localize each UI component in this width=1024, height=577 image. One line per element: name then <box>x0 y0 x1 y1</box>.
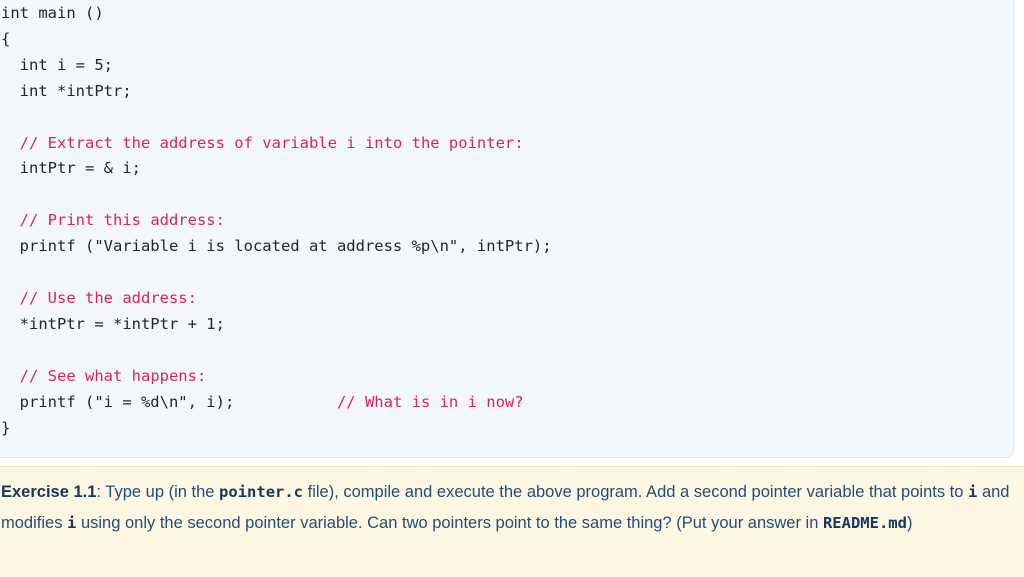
exercise-text-segment: file), compile and execute the above pro… <box>303 483 969 501</box>
code-line: *intPtr = *intPtr + 1; <box>1 314 225 333</box>
exercise-code-readme-md: README.md <box>822 514 907 532</box>
code-line-indent <box>1 367 20 385</box>
code-line: } <box>1 418 11 437</box>
code-line: printf ("Variable i is located at addres… <box>1 237 552 256</box>
code-line: { <box>1 29 11 48</box>
code-line: int main () <box>1 4 104 22</box>
code-line-indent <box>1 211 20 229</box>
exercise-text-segment: using only the second pointer variable. … <box>76 514 823 532</box>
code-block-content: int main () { int i = 5; int *intPtr; //… <box>1 1 1013 457</box>
exercise-label: Exercise 1.1 <box>1 483 97 501</box>
code-line: intPtr = & i; <box>1 159 141 178</box>
code-line-indent <box>1 289 20 307</box>
code-trailing-comment: // What is in i now? <box>336 392 524 411</box>
code-listing: int main () { int i = 5; int *intPtr; //… <box>1 1 1013 441</box>
code-comment: // Print this address: <box>19 211 225 230</box>
code-line: int *intPtr; <box>1 81 132 100</box>
code-comment: // See what happens: <box>19 366 207 385</box>
exercise-code-i-first: i <box>968 483 978 501</box>
exercise-text-segment: : Type up (in the <box>96 483 220 501</box>
exercise-code-i-second: i <box>67 514 77 532</box>
exercise-paragraph: Exercise 1.1: Type up (in the pointer.c … <box>1 477 1024 539</box>
code-comment: // Use the address: <box>19 288 197 307</box>
exercise-text-segment: ) <box>906 514 913 532</box>
code-comment: // Extract the address of variable i int… <box>19 133 524 152</box>
code-line-indent <box>1 134 20 152</box>
code-line: printf ("i = %d\n", i); <box>1 392 235 411</box>
page-root: int main () { int i = 5; int *intPtr; //… <box>0 0 1024 577</box>
code-block: int main () { int i = 5; int *intPtr; //… <box>0 0 1014 458</box>
code-line: int i = 5; <box>1 55 113 74</box>
exercise-callout-content: Exercise 1.1: Type up (in the pointer.c … <box>1 477 1024 539</box>
exercise-callout: Exercise 1.1: Type up (in the pointer.c … <box>0 466 1024 577</box>
exercise-code-pointer-c: pointer.c <box>219 483 304 501</box>
